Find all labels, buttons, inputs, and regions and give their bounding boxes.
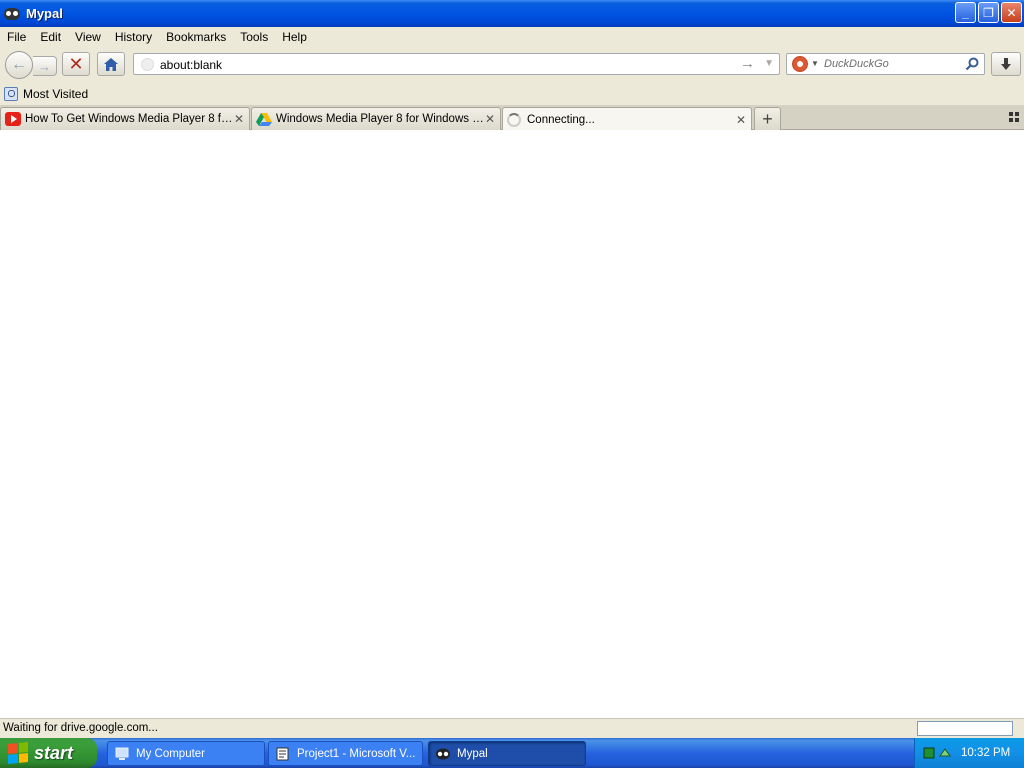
- google-drive-icon: [256, 113, 272, 126]
- back-arrow-icon: ←: [11, 56, 27, 73]
- title-bar: Mypal _ ❐ ✕: [0, 0, 1024, 27]
- navigation-toolbar: ← → ✕ about:blank → ▼ ▼ DuckDuckGo: [0, 47, 1024, 83]
- list-all-tabs-icon[interactable]: [1009, 112, 1019, 122]
- tab-connecting[interactable]: Connecting... ✕: [502, 107, 752, 131]
- search-input[interactable]: DuckDuckGo: [824, 58, 889, 70]
- my-computer-icon: [115, 747, 129, 760]
- downloads-button[interactable]: [991, 52, 1021, 76]
- progress-meter: [917, 721, 1013, 736]
- page-favicon-icon: [141, 58, 154, 71]
- tab-favicon-wrapper: [507, 112, 523, 127]
- plus-icon: +: [762, 108, 773, 129]
- bookmark-most-visited[interactable]: Most Visited: [23, 87, 88, 101]
- menu-file[interactable]: File: [0, 30, 33, 44]
- tab-label: Windows Media Player 8 for Windows 7 a..…: [276, 113, 484, 125]
- system-tray: 10:32 PM: [914, 738, 1024, 768]
- tab-close-icon[interactable]: ✕: [735, 113, 747, 127]
- most-visited-icon: [4, 87, 18, 101]
- home-button[interactable]: [97, 52, 125, 76]
- tab-close-icon[interactable]: ✕: [233, 112, 245, 126]
- windows-logo-icon: [8, 741, 28, 765]
- go-arrow-icon[interactable]: →: [740, 55, 755, 72]
- address-bar[interactable]: about:blank → ▼: [133, 53, 780, 75]
- window-title: Mypal: [26, 6, 63, 21]
- loading-spinner-icon: [507, 112, 521, 127]
- tab-label: Connecting...: [527, 113, 595, 126]
- close-button[interactable]: ✕: [1001, 2, 1022, 23]
- search-bar[interactable]: ▼ DuckDuckGo: [786, 53, 985, 75]
- youtube-icon: [5, 112, 21, 126]
- menu-edit[interactable]: Edit: [33, 30, 68, 44]
- network-icon[interactable]: [939, 746, 951, 760]
- bookmarks-toolbar: Most Visited: [0, 83, 1024, 105]
- taskbar-project1-vb[interactable]: Project1 - Microsoft V...: [268, 741, 423, 766]
- mypal-app-icon[interactable]: [4, 6, 20, 22]
- tab-close-icon[interactable]: ✕: [484, 112, 496, 126]
- mypal-icon: [436, 748, 450, 759]
- status-text: Waiting for drive.google.com...: [3, 722, 158, 734]
- new-tab-button[interactable]: +: [754, 107, 781, 130]
- minimize-button[interactable]: _: [955, 2, 976, 23]
- stop-icon: ✕: [68, 53, 84, 74]
- taskbar-mypal[interactable]: Mypal: [428, 741, 586, 766]
- page-content[interactable]: [0, 130, 1024, 718]
- clock[interactable]: 10:32 PM: [961, 747, 1010, 759]
- menu-help[interactable]: Help: [275, 30, 314, 44]
- forward-arrow-icon: →: [38, 58, 51, 74]
- menu-tools[interactable]: Tools: [233, 30, 275, 44]
- back-button[interactable]: ←: [5, 51, 33, 79]
- history-dropdown-icon[interactable]: ▼: [764, 58, 774, 69]
- taskbar: start My Computer Project1 - Microsoft V…: [0, 738, 1024, 768]
- menu-history[interactable]: History: [108, 30, 159, 44]
- duckduckgo-icon[interactable]: [792, 56, 808, 72]
- tray-app-icon[interactable]: [923, 746, 935, 760]
- url-text[interactable]: about:blank: [160, 58, 222, 72]
- home-icon: [104, 57, 118, 71]
- restore-button[interactable]: ❐: [978, 2, 999, 23]
- taskbar-my-computer[interactable]: My Computer: [107, 741, 265, 766]
- task-label: My Computer: [136, 747, 206, 760]
- task-label: Mypal: [457, 747, 488, 760]
- menu-bookmarks[interactable]: Bookmarks: [159, 30, 233, 44]
- start-button[interactable]: start: [0, 738, 97, 768]
- stop-button[interactable]: ✕: [62, 52, 90, 76]
- search-icon[interactable]: [964, 56, 980, 72]
- tab-google-drive[interactable]: Windows Media Player 8 for Windows 7 a..…: [251, 107, 501, 130]
- tab-label: How To Get Windows Media Player 8 for ..…: [25, 113, 233, 125]
- task-label: Project1 - Microsoft V...: [297, 747, 416, 760]
- status-bar: Waiting for drive.google.com...: [0, 718, 1024, 738]
- download-icon: [1001, 58, 1011, 70]
- menu-bar: File Edit View History Bookmarks Tools H…: [0, 27, 1024, 47]
- tab-strip: How To Get Windows Media Player 8 for ..…: [0, 105, 1024, 131]
- start-label: start: [34, 742, 74, 763]
- tab-youtube[interactable]: How To Get Windows Media Player 8 for ..…: [0, 107, 250, 130]
- search-engine-dropdown-icon[interactable]: ▼: [811, 59, 819, 68]
- menu-view[interactable]: View: [68, 30, 108, 44]
- forward-button[interactable]: →: [33, 56, 57, 76]
- visual-basic-icon: [276, 747, 289, 760]
